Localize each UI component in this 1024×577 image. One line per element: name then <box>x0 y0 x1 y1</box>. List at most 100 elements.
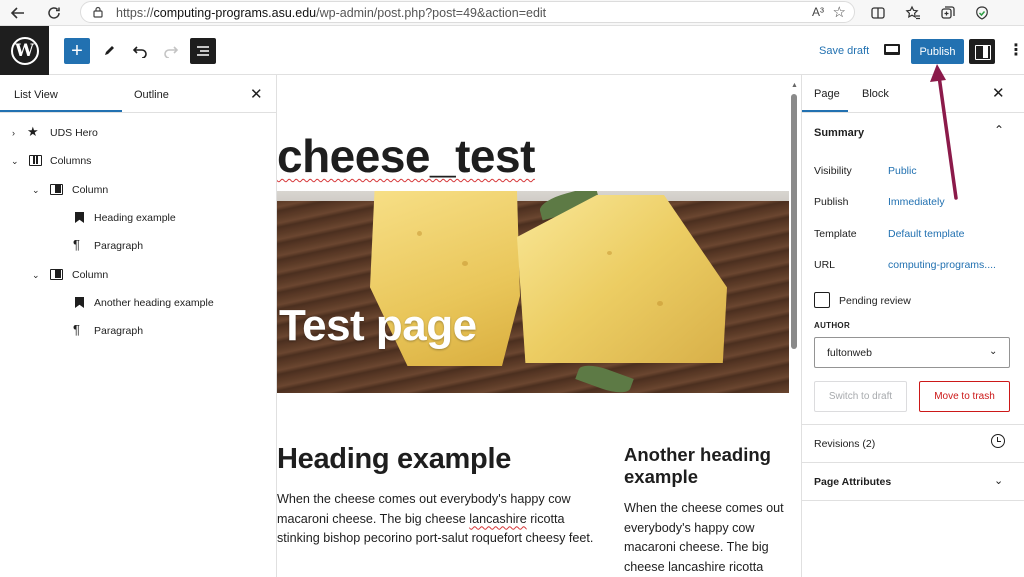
heading-example[interactable]: Heading example <box>277 443 511 476</box>
divider <box>802 424 1024 425</box>
list-view-icon <box>197 46 209 56</box>
post-title[interactable]: cheese_test <box>277 129 535 183</box>
star-icon: ★ <box>27 124 39 139</box>
wordpress-logo-icon: W <box>10 36 39 65</box>
column-icon <box>50 184 63 195</box>
plus-icon: + <box>71 39 83 62</box>
edit-tools-button[interactable] <box>96 38 122 64</box>
url-value[interactable]: computing-programs.... <box>888 259 996 271</box>
editor-canvas[interactable]: cheese_test Test page Heading example Wh… <box>277 75 801 577</box>
cheese-hole <box>462 261 468 266</box>
chevron-down-icon[interactable]: ⌄ <box>32 270 40 281</box>
revisions-link[interactable]: Revisions (2) <box>814 438 875 450</box>
redo-button[interactable] <box>158 38 184 64</box>
scroll-up-icon[interactable]: ▲ <box>791 82 798 89</box>
pending-review-checkbox[interactable] <box>814 292 830 308</box>
list-item-uds-hero[interactable]: › ★ UDS Hero <box>0 123 277 143</box>
chevron-up-icon[interactable]: ⌃ <box>994 123 1004 137</box>
undo-icon <box>132 46 147 58</box>
divider <box>802 462 1024 463</box>
list-item-column[interactable]: ⌄ Column <box>0 180 277 200</box>
paragraph-icon: ¶ <box>73 237 80 252</box>
sidebar-tabs: Page Block ✕ <box>802 75 1024 113</box>
canvas-scrollbar[interactable]: ▲ <box>790 82 798 352</box>
bookmark-icon <box>75 212 84 223</box>
tab-block[interactable]: Block <box>862 88 889 100</box>
close-icon[interactable]: ✕ <box>992 84 1005 102</box>
list-item-label: Column <box>72 184 109 196</box>
chevron-down-icon[interactable]: ⌄ <box>32 185 40 196</box>
read-aloud-icon[interactable]: A³ <box>812 5 824 19</box>
publish-button[interactable]: Publish <box>911 39 964 64</box>
author-select[interactable]: fultonweb ⌄ <box>814 337 1010 368</box>
list-item-heading[interactable]: Another heading example <box>0 293 277 313</box>
close-icon[interactable]: ✕ <box>250 85 263 103</box>
cheese-hole <box>417 231 422 236</box>
address-bar[interactable]: https://computing-programs.asu.edu/wp-ad… <box>80 1 855 23</box>
collections-icon[interactable] <box>938 3 958 23</box>
more-options-icon[interactable]: ⋮ <box>1008 40 1024 60</box>
add-block-button[interactable]: + <box>64 38 90 64</box>
active-tab-indicator <box>802 110 848 112</box>
favorites-icon[interactable] <box>903 3 923 23</box>
list-item-paragraph[interactable]: ¶ Paragraph <box>0 236 277 256</box>
split-screen-icon[interactable] <box>868 3 888 23</box>
bookmark-icon <box>75 297 84 308</box>
refresh-icon[interactable] <box>44 3 64 23</box>
visibility-value[interactable]: Public <box>888 165 917 177</box>
list-view-tabs: List View Outline ✕ <box>0 75 276 113</box>
list-item-column[interactable]: ⌄ Column <box>0 265 277 285</box>
cheese-hole <box>657 301 663 306</box>
list-item-label: Heading example <box>94 212 176 224</box>
save-draft-button[interactable]: Save draft <box>819 45 869 57</box>
browser-toolbar: https://computing-programs.asu.edu/wp-ad… <box>0 0 1024 26</box>
list-item-paragraph[interactable]: ¶ Paragraph <box>0 321 277 341</box>
list-item-label: Column <box>72 269 109 281</box>
move-to-trash-button[interactable]: Move to trash <box>919 381 1010 412</box>
undo-button[interactable] <box>127 38 153 64</box>
author-value: fultonweb <box>827 347 872 359</box>
wordpress-logo-button[interactable]: W <box>0 26 49 75</box>
switch-to-draft-button[interactable]: Switch to draft <box>814 381 907 412</box>
uds-hero-block[interactable]: Test page <box>277 191 789 393</box>
chevron-down-icon[interactable]: ⌄ <box>994 474 1003 487</box>
list-item-columns[interactable]: ⌄ Columns <box>0 151 277 171</box>
tab-page[interactable]: Page <box>814 88 840 100</box>
settings-sidebar: Page Block ✕ Summary ⌃ Visibility Public… <box>801 75 1024 577</box>
page-attributes-panel-title[interactable]: Page Attributes <box>814 476 891 488</box>
cheese-hole <box>607 251 612 255</box>
chevron-down-icon[interactable]: ⌄ <box>11 156 19 167</box>
template-value[interactable]: Default template <box>888 228 964 240</box>
history-icon[interactable] <box>991 434 1005 448</box>
pending-review-label: Pending review <box>839 295 911 307</box>
chevron-right-icon[interactable]: › <box>12 128 15 138</box>
author-label: AUTHOR <box>814 321 851 330</box>
preview-icon[interactable] <box>884 44 900 55</box>
paragraph-left[interactable]: When the cheese comes out everybody's ha… <box>277 490 607 549</box>
url-label: URL <box>814 259 836 271</box>
list-item-label: Paragraph <box>94 325 144 337</box>
summary-panel-title[interactable]: Summary <box>814 127 864 139</box>
url-text: https://computing-programs.asu.edu/wp-ad… <box>116 6 547 20</box>
list-item-heading[interactable]: Heading example <box>0 208 277 228</box>
columns-icon <box>29 155 42 166</box>
back-arrow-icon[interactable] <box>8 3 28 23</box>
scrollbar-thumb[interactable] <box>791 94 797 349</box>
list-item-label: Columns <box>50 155 92 167</box>
divider <box>802 500 1024 501</box>
tab-list-view[interactable]: List View <box>14 89 58 101</box>
list-item-label: UDS Hero <box>50 127 98 139</box>
chevron-down-icon: ⌄ <box>989 346 998 357</box>
tab-outline[interactable]: Outline <box>134 89 169 101</box>
another-heading-example[interactable]: Another heading example <box>624 444 794 488</box>
column-icon <box>50 269 63 280</box>
publish-label: Publish <box>814 196 849 208</box>
settings-sidebar-toggle[interactable] <box>969 39 995 64</box>
pencil-icon <box>105 46 114 55</box>
publish-date-value[interactable]: Immediately <box>888 196 945 208</box>
star-icon[interactable]: ☆ <box>833 3 846 21</box>
paragraph-right[interactable]: When the cheese comes out everybody's ha… <box>624 499 794 577</box>
hero-title[interactable]: Test page <box>279 301 477 351</box>
document-overview-button[interactable] <box>190 38 216 64</box>
extensions-icon[interactable] <box>972 3 992 23</box>
